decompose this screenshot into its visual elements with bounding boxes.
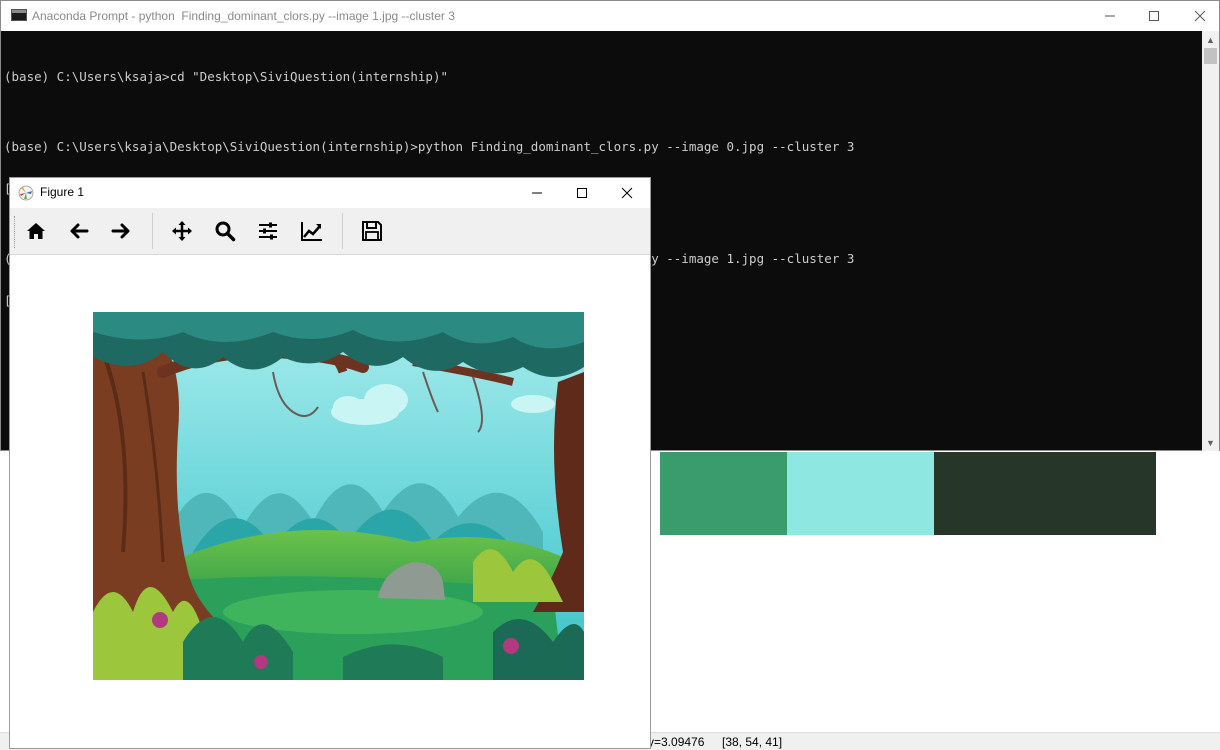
minimize-icon [532,192,542,194]
console-title: Anaconda Prompt - python Finding_dominan… [32,9,455,23]
toolbar-grip[interactable] [14,216,18,248]
maximize-icon [1149,11,1159,21]
figure-canvas[interactable] [10,255,650,732]
cursor-y-readout: y=3.09476 [648,735,705,749]
pan-icon [172,221,192,241]
scroll-down-arrow-icon[interactable]: ▼ [1202,434,1219,451]
figure-title: Figure 1 [40,185,85,199]
figure-window[interactable]: Figure 1 [9,177,651,749]
minimize-button[interactable] [1087,1,1133,31]
save-icon [362,221,382,241]
close-button[interactable] [1177,1,1220,31]
console-line: (base) C:\Users\ksaja>cd "Desktop\SiviQu… [4,69,449,84]
dominant-color-bar [660,452,1156,535]
pixel-rgb-readout: [38, 54, 41] [722,735,783,749]
toolbar-separator [342,213,343,249]
matplotlib-logo-icon [18,185,34,201]
back-arrow-icon [70,223,89,239]
figure-minimize-button[interactable] [514,178,560,208]
forward-button[interactable] [107,217,135,245]
color-swatch-3 [934,452,1156,535]
forward-arrow-icon [111,223,130,239]
console-line: (base) C:\Users\ksaja\Desktop\SiviQuesti… [4,139,855,154]
zoom-icon [215,221,236,242]
console-app-icon [11,9,27,21]
figure-titlebar[interactable]: Figure 1 [10,178,650,208]
forest-image [93,312,584,680]
figure-maximize-button[interactable] [559,178,605,208]
maximize-button[interactable] [1131,1,1177,31]
figure-close-button[interactable] [604,178,650,208]
minimize-icon [1105,15,1115,17]
close-icon [1194,10,1206,22]
toolbar-separator [152,213,153,249]
save-button[interactable] [358,217,386,245]
configure-subplots-icon [259,222,277,240]
configure-subplots-button[interactable] [254,217,282,245]
scrollbar-thumb[interactable] [1204,48,1217,64]
home-icon [27,223,45,239]
scroll-up-arrow-icon[interactable]: ▲ [1202,31,1219,48]
console-scrollbar[interactable]: ▲ ▼ [1202,31,1219,451]
close-icon [621,187,633,199]
home-button[interactable] [22,217,50,245]
edit-axes-button[interactable] [298,217,326,245]
color-swatch-2 [787,452,935,535]
color-swatch-1 [660,452,788,535]
navigation-toolbar [10,208,650,255]
edit-axes-icon [301,222,322,241]
zoom-button[interactable] [211,217,239,245]
pan-button[interactable] [168,217,196,245]
maximize-icon [577,188,587,198]
back-button[interactable] [65,217,93,245]
console-titlebar[interactable]: Anaconda Prompt - python Finding_dominan… [1,1,1219,31]
